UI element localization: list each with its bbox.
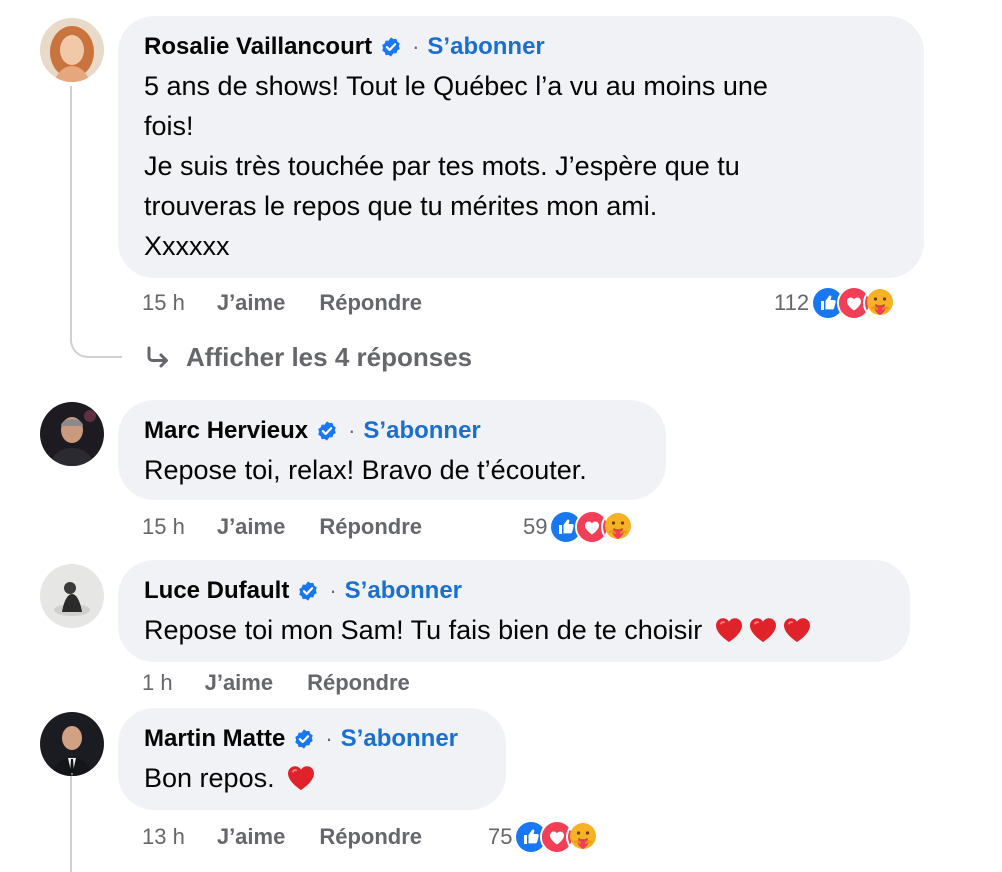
like-button[interactable]: J’aime: [217, 290, 286, 316]
care-icon: [566, 820, 601, 854]
previous-comment-reactions: [826, 0, 886, 4]
comment-author[interactable]: Marc Hervieux: [144, 417, 308, 445]
comment-text: Repose toi, relax! Bravo de t’écouter.: [144, 455, 587, 485]
like-button[interactable]: J’aime: [217, 824, 286, 850]
comment-actions: 13 h J’aime Répondre: [142, 824, 456, 850]
avatar-martin-matte[interactable]: [40, 712, 104, 776]
reply-button[interactable]: Répondre: [307, 670, 410, 696]
comment-bubble: Luce Dufault · S’abonner Repose toi mon …: [118, 560, 910, 662]
comment-text-line: fois!: [144, 111, 194, 141]
avatar-marc-hervieux[interactable]: [40, 402, 104, 466]
reaction-count: 112: [774, 290, 810, 315]
red-heart-emoji-icon: [286, 764, 316, 792]
comment-text-line: 5 ans de shows! Tout le Québec l’a vu au…: [144, 71, 768, 101]
view-replies-label: Afficher les 4 réponses: [186, 342, 473, 372]
reaction-count: 59: [523, 514, 548, 539]
like-button[interactable]: J’aime: [217, 514, 286, 540]
comment-text: Repose toi mon Sam! Tu fais bien de te c…: [144, 610, 884, 650]
follow-button[interactable]: S’abonner: [341, 725, 458, 753]
comment-actions: 15 h J’aime Répondre: [142, 290, 456, 316]
reply-button[interactable]: Répondre: [319, 514, 422, 540]
comment-text-line: trouveras le repos que tu mérites mon am…: [144, 191, 658, 221]
reply-button[interactable]: Répondre: [319, 824, 422, 850]
follow-button[interactable]: S’abonner: [363, 417, 480, 445]
reaction-summary[interactable]: 59: [523, 510, 636, 544]
separator-dot: ·: [325, 726, 333, 751]
reaction-icons-cutoff: [826, 0, 886, 4]
care-icon: [601, 510, 636, 544]
verified-badge-icon: [293, 728, 315, 750]
reply-button[interactable]: Répondre: [319, 290, 422, 316]
care-icon: [863, 286, 898, 320]
comment-text-content: Bon repos.: [144, 763, 275, 793]
comment-text-content: Repose toi mon Sam! Tu fais bien de te c…: [144, 615, 703, 645]
comment-text: Bon repos.: [144, 758, 480, 798]
thread-connector-line: [70, 776, 72, 872]
comment-timestamp[interactable]: 1 h: [142, 670, 173, 696]
verified-badge-icon: [297, 580, 319, 602]
follow-button[interactable]: S’abonner: [427, 33, 544, 61]
reply-arrow-icon: [147, 346, 168, 367]
comment-bubble: Rosalie Vaillancourt · S’abonner 5 ans d…: [118, 16, 924, 278]
reaction-summary[interactable]: 75: [488, 820, 601, 854]
like-button[interactable]: J’aime: [205, 670, 274, 696]
comment-author[interactable]: Rosalie Vaillancourt: [144, 33, 372, 61]
comment-text-line: Xxxxxx: [144, 231, 230, 261]
reaction-count: 75: [488, 824, 513, 849]
comment-timestamp[interactable]: 13 h: [142, 824, 185, 850]
avatar-luce-dufault[interactable]: [40, 564, 104, 628]
verified-badge-icon: [380, 36, 402, 58]
comment-author[interactable]: Luce Dufault: [144, 577, 289, 605]
red-heart-emoji-icon: [748, 616, 778, 644]
separator-dot: ·: [329, 578, 337, 603]
comment-timestamp[interactable]: 15 h: [142, 514, 185, 540]
separator-dot: ·: [348, 418, 356, 443]
comment-actions: 1 h J’aime Répondre: [142, 670, 444, 696]
comment-timestamp[interactable]: 15 h: [142, 290, 185, 316]
comment-bubble: Martin Matte · S’abonner Bon repos.: [118, 708, 506, 810]
comment-author[interactable]: Martin Matte: [144, 725, 285, 753]
verified-badge-icon: [316, 420, 338, 442]
thread-connector-line: [70, 86, 72, 342]
reaction-summary[interactable]: 112: [774, 286, 898, 320]
separator-dot: ·: [412, 34, 420, 59]
red-heart-emoji-icon: [782, 616, 812, 644]
thread-connector-curve: [70, 330, 122, 358]
comment-actions: 15 h J’aime Répondre: [142, 514, 456, 540]
view-replies-link[interactable]: Afficher les 4 réponses: [144, 342, 472, 373]
comment-text: 5 ans de shows! Tout le Québec l’a vu au…: [144, 66, 898, 266]
comment-bubble: Marc Hervieux · S’abonner Repose toi, re…: [118, 400, 666, 500]
red-heart-emoji-icon: [714, 616, 744, 644]
avatar-rosalie-vaillancourt[interactable]: [40, 18, 104, 82]
follow-button[interactable]: S’abonner: [345, 577, 462, 605]
comment-text-line: Je suis très touchée par tes mots. J’esp…: [144, 151, 740, 181]
